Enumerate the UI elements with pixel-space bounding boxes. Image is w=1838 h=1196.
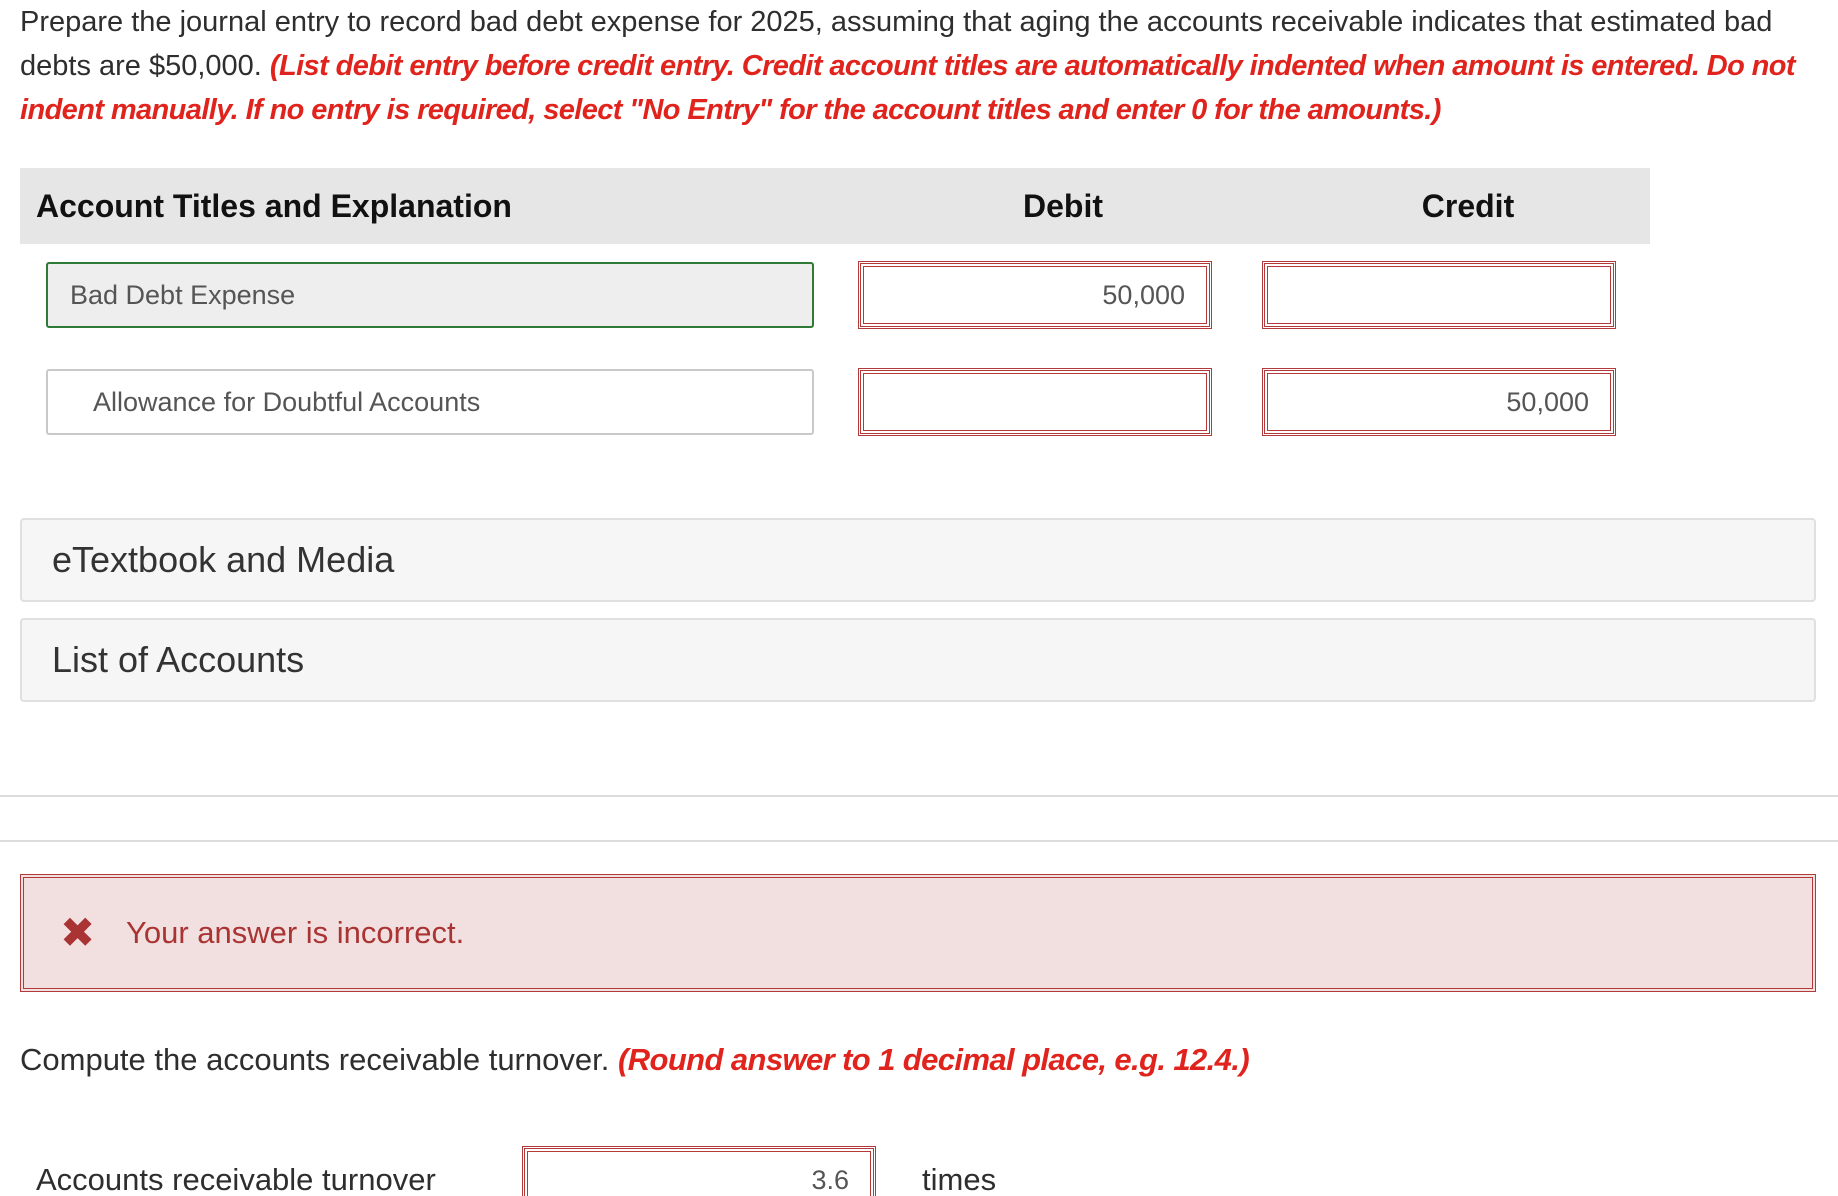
list-of-accounts-panel[interactable]: List of Accounts	[20, 618, 1816, 702]
header-debit: Debit	[1023, 188, 1103, 224]
ar-turnover-input[interactable]: 3.6	[522, 1146, 876, 1196]
feedback-incorrect-banner: ✖ Your answer is incorrect.	[20, 874, 1816, 992]
header-credit: Credit	[1421, 188, 1515, 224]
question-instruction: (List debit entry before credit entry. C…	[20, 50, 1796, 126]
question-text: Prepare the journal entry to record bad …	[20, 0, 1820, 132]
section-divider	[0, 795, 1838, 797]
account-title-value: Bad Debt Expense	[70, 280, 296, 310]
etextbook-media-panel[interactable]: eTextbook and Media	[20, 518, 1816, 602]
debit-field-row-1[interactable]: 50,000	[858, 261, 1212, 329]
question-2-instruction: (Round answer to 1 decimal place, e.g. 1…	[617, 1042, 1250, 1077]
credit-field-row-2[interactable]: 50,000	[1262, 368, 1616, 436]
credit-field-row-1[interactable]	[1262, 261, 1616, 329]
account-title-value: Allowance for Doubtful Accounts	[93, 387, 481, 417]
journal-table-header: Account Titles and Explanation Debit Cre…	[20, 168, 1650, 244]
account-title-field-row-1[interactable]: Bad Debt Expense	[46, 262, 814, 328]
feedback-message: Your answer is incorrect.	[126, 915, 465, 950]
section-divider	[0, 840, 1838, 842]
ar-turnover-label: Accounts receivable turnover	[36, 1162, 436, 1196]
debit-field-row-2[interactable]	[858, 368, 1212, 436]
question-2-prompt: Compute the accounts receivable turnover…	[20, 1042, 610, 1077]
account-title-field-row-2[interactable]: Allowance for Doubtful Accounts	[46, 369, 814, 435]
header-account-titles: Account Titles and Explanation	[36, 188, 512, 224]
ar-turnover-unit: times	[922, 1162, 997, 1196]
question-2-text: Compute the accounts receivable turnover…	[20, 1038, 1250, 1082]
close-icon: ✖	[60, 909, 96, 956]
